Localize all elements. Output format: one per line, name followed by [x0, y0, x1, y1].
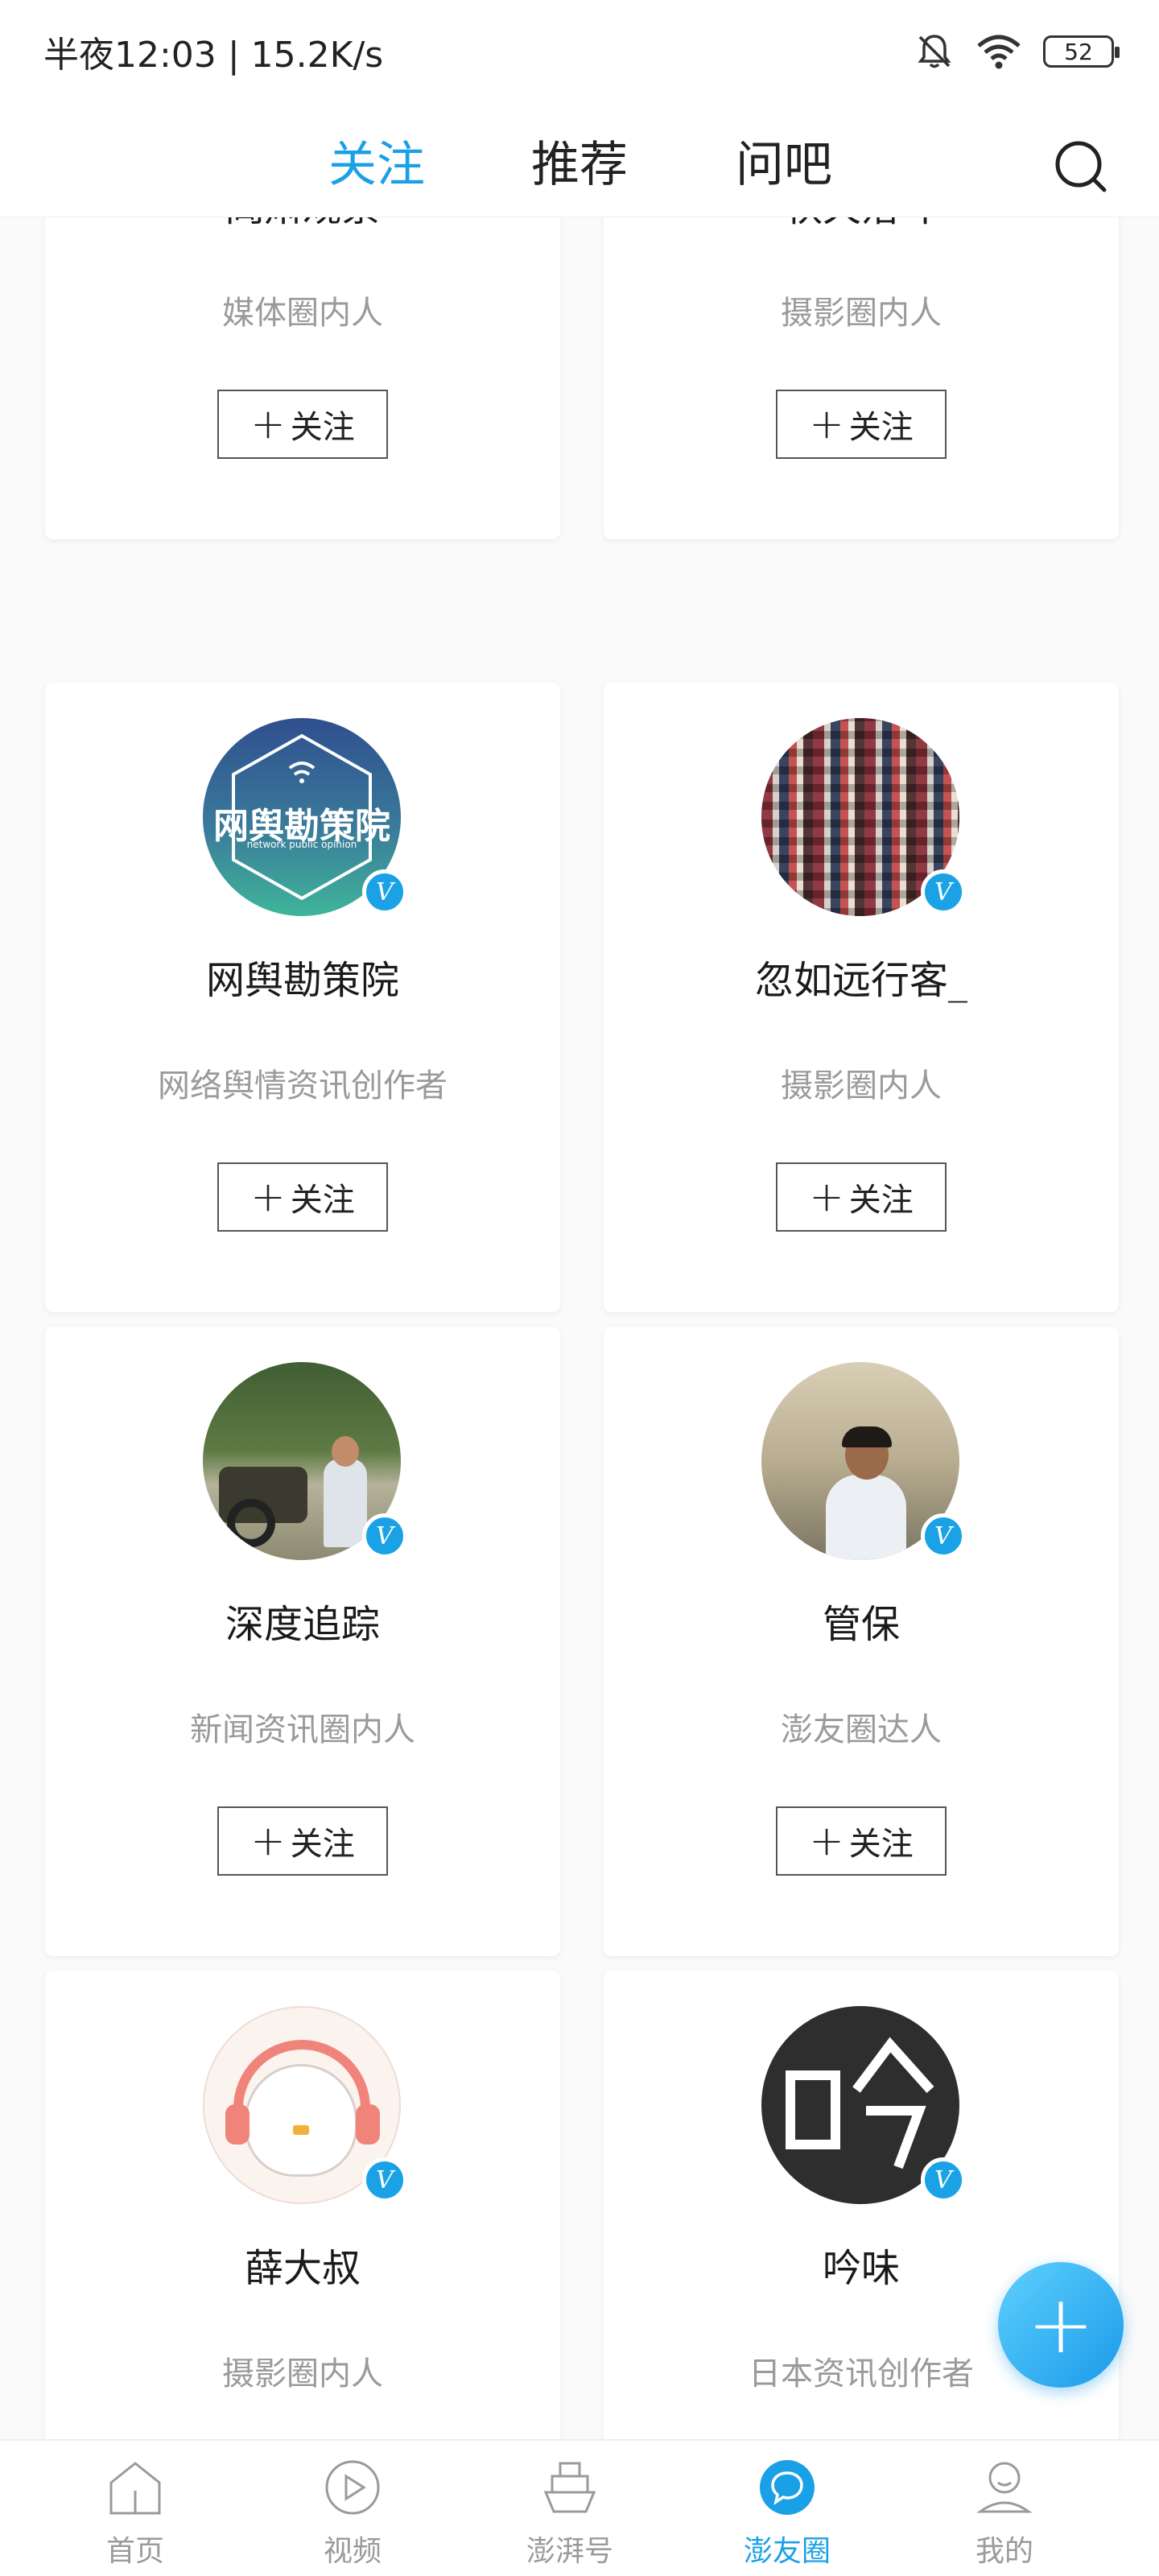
- verified-badge: V: [362, 1513, 407, 1558]
- follow-label: 关注: [848, 409, 914, 446]
- user-desc: 摄影圈内人: [781, 295, 942, 332]
- top-nav: 关注 推荐 问吧: [0, 103, 1159, 217]
- plus-icon: +: [1027, 2277, 1095, 2372]
- user-name[interactable]: 管保: [604, 1592, 1119, 1649]
- nav-pengyou-quan[interactable]: 澎友圈: [707, 2441, 868, 2576]
- plus-icon: +: [809, 1817, 844, 1865]
- user-name[interactable]: 秋天落叶: [604, 217, 1119, 232]
- recommend-list[interactable]: 观察 V 阎肃观察 媒体圈内人 + 关注 V 秋天落叶 摄影圈内人: [0, 217, 1159, 2439]
- user-card[interactable]: V 薛大叔 摄影圈内人 + 关注: [45, 1971, 560, 2439]
- follow-button[interactable]: + 关注: [217, 1162, 388, 1232]
- user-name[interactable]: 深度追踪: [45, 1592, 560, 1649]
- user-desc: 摄影圈内人: [222, 2355, 383, 2392]
- plus-icon: +: [250, 400, 286, 448]
- status-right: 52: [914, 31, 1120, 72]
- verified-badge: V: [921, 869, 966, 914]
- user-desc: 媒体圈内人: [222, 295, 383, 332]
- user-name[interactable]: 阎肃观察: [45, 217, 560, 232]
- nav-mine[interactable]: 我的: [924, 2441, 1085, 2576]
- user-desc: 新闻资讯圈内人: [190, 1711, 415, 1748]
- nav-label: 首页: [105, 2535, 164, 2568]
- tab-follow[interactable]: 关注: [328, 126, 425, 196]
- nav-video[interactable]: 视频: [272, 2441, 433, 2576]
- wifi-icon: [977, 35, 1021, 69]
- verified-badge: V: [921, 2157, 966, 2202]
- follow-button[interactable]: + 关注: [217, 1806, 388, 1876]
- home-icon: [109, 2462, 161, 2515]
- play-icon: [325, 2460, 380, 2515]
- status-bar: 半夜12:03 | 15.2K/s 52: [0, 0, 1159, 103]
- follow-label: 关注: [848, 1182, 914, 1219]
- status-time: 半夜12:03: [43, 35, 217, 76]
- battery-level: 52: [1064, 38, 1093, 65]
- follow-label: 关注: [848, 1826, 914, 1863]
- plus-icon: +: [250, 1817, 286, 1865]
- nav-label: 澎湃号: [526, 2535, 613, 2568]
- user-card[interactable]: V 秋天落叶 摄影圈内人 + 关注: [604, 217, 1119, 539]
- nav-pengpai-hao[interactable]: 澎湃号: [489, 2441, 650, 2576]
- user-card[interactable]: V 忽如远行客_ 摄影圈内人 + 关注: [604, 683, 1119, 1312]
- follow-label: 关注: [290, 409, 355, 446]
- tab-ask[interactable]: 问吧: [736, 126, 832, 196]
- user-card[interactable]: 网舆勘策院 network public opinion V 网舆勘策院 网络舆…: [45, 683, 560, 1312]
- user-card[interactable]: V 管保 澎友圈达人 + 关注: [604, 1327, 1119, 1956]
- verified-badge: V: [362, 2157, 407, 2202]
- battery-icon: 52: [1043, 35, 1120, 68]
- user-name[interactable]: 忽如远行客_: [604, 948, 1119, 1005]
- follow-button[interactable]: + 关注: [776, 390, 947, 459]
- follow-label: 关注: [290, 1182, 355, 1219]
- add-post-button[interactable]: +: [998, 2262, 1124, 2388]
- follow-button[interactable]: + 关注: [776, 1806, 947, 1876]
- status-speed: 15.2K/s: [250, 35, 384, 76]
- ship-icon: [543, 2462, 596, 2513]
- plus-icon: +: [809, 1173, 844, 1221]
- bell-muted-icon: [918, 35, 951, 68]
- nav-label: 视频: [323, 2535, 382, 2568]
- plus-icon: +: [250, 1173, 286, 1221]
- user-name[interactable]: 网舆勘策院: [45, 948, 560, 1005]
- user-icon: [976, 2462, 1033, 2513]
- verified-badge: V: [921, 1513, 966, 1558]
- user-card[interactable]: 观察 V 阎肃观察 媒体圈内人 + 关注: [45, 217, 560, 539]
- nav-label: 澎友圈: [743, 2535, 831, 2568]
- bottom-nav: 首页 视频 澎湃号 澎友圈 我的: [0, 2439, 1159, 2576]
- status-left: 半夜12:03 | 15.2K/s: [43, 35, 384, 76]
- avatar-subtext: network public opinion: [246, 839, 357, 850]
- user-desc: 网络舆情资讯创作者: [158, 1067, 448, 1104]
- screen: 半夜12:03 | 15.2K/s 52 关注 推荐 问吧 媒体圈内人 + 关注…: [0, 0, 1159, 2576]
- follow-label: 关注: [290, 1826, 355, 1863]
- nav-label: 我的: [975, 2535, 1033, 2568]
- plus-icon: +: [809, 400, 844, 448]
- tab-recommend[interactable]: 推荐: [531, 126, 628, 196]
- follow-button[interactable]: + 关注: [217, 390, 388, 459]
- follow-button[interactable]: + 关注: [776, 1162, 947, 1232]
- user-name[interactable]: 薛大叔: [45, 2236, 560, 2293]
- user-card[interactable]: V 深度追踪 新闻资讯圈内人 + 关注: [45, 1327, 560, 1956]
- nav-home[interactable]: 首页: [55, 2441, 216, 2576]
- user-desc: 摄影圈内人: [781, 1067, 942, 1104]
- user-desc: 澎友圈达人: [781, 1711, 942, 1748]
- chat-bubble-icon: [760, 2460, 815, 2515]
- verified-badge: V: [362, 869, 407, 914]
- search-icon[interactable]: [1051, 137, 1109, 195]
